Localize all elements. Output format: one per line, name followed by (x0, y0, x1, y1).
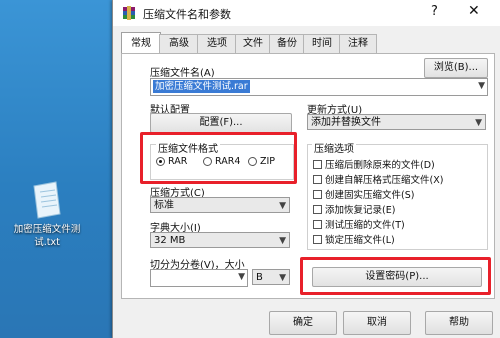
tab-comment[interactable]: 注释 (339, 34, 377, 53)
option-lock[interactable]: 锁定压缩文件(L) (313, 232, 395, 246)
checkbox (313, 189, 322, 199)
dict-value: 32 MB (154, 235, 186, 246)
close-icon[interactable]: ✕ (468, 3, 480, 19)
chevron-down-icon[interactable]: ▼ (478, 81, 485, 91)
option-label: 压缩后删除原来的文件(D) (325, 160, 435, 171)
browse-button[interactable]: 浏览(B)... (424, 58, 488, 78)
format-highlight-box (140, 132, 297, 184)
split-unit-select[interactable]: B ▼ (252, 269, 290, 285)
option-sfx[interactable]: 创建自解压格式压缩文件(X) (313, 172, 443, 186)
method-select[interactable]: 标准 ▼ (150, 197, 290, 213)
update-mode-value: 添加并替换文件 (311, 117, 381, 128)
archive-name-label: 压缩文件名(A) (150, 68, 215, 79)
help-icon[interactable]: ? (431, 4, 438, 19)
tab-general[interactable]: 常规 (121, 32, 161, 53)
title-bar: 压缩文件名和参数 ? ✕ (113, 0, 500, 26)
checkbox (313, 174, 322, 184)
option-label: 创建固实压缩文件(S) (325, 190, 415, 201)
window-title: 压缩文件名和参数 (143, 8, 231, 21)
chevron-down-icon: ▼ (475, 118, 482, 128)
text-file-icon (30, 180, 64, 220)
help-button[interactable]: 帮助 (425, 311, 493, 335)
desktop-file-icon[interactable]: 加密压缩文件测试.txt (6, 180, 88, 249)
split-unit-value: B (256, 272, 263, 283)
option-delete-after[interactable]: 压缩后删除原来的文件(D) (313, 157, 435, 171)
tab-backup[interactable]: 备份 (269, 34, 305, 53)
general-panel: 压缩文件名(A) 浏览(B)... 加密压缩文件测试.rar ▼ 默认配置 配置… (121, 53, 495, 299)
option-test[interactable]: 测试压缩的文件(T) (313, 217, 405, 231)
checkbox (313, 204, 322, 214)
chevron-down-icon: ▼ (279, 201, 286, 211)
option-label: 锁定压缩文件(L) (325, 235, 395, 246)
chevron-down-icon: ▼ (279, 273, 286, 283)
option-label: 添加恢复记录(E) (325, 205, 396, 216)
option-recovery[interactable]: 添加恢复记录(E) (313, 202, 395, 216)
option-label: 测试压缩的文件(T) (325, 220, 405, 231)
dict-select[interactable]: 32 MB ▼ (150, 232, 290, 248)
archive-dialog: 压缩文件名和参数 ? ✕ 常规 高级 选项 文件 备份 时间 注释 压缩文件名(… (112, 0, 500, 338)
archive-name-value: 加密压缩文件测试.rar (153, 80, 250, 93)
chevron-down-icon: ▼ (279, 236, 286, 246)
option-label: 创建自解压格式压缩文件(X) (325, 175, 444, 186)
tab-options[interactable]: 选项 (197, 34, 237, 53)
profiles-button[interactable]: 配置(F)... (150, 113, 292, 133)
split-size-input[interactable]: ▼ (150, 269, 248, 287)
tab-time[interactable]: 时间 (303, 34, 341, 53)
tab-files[interactable]: 文件 (235, 34, 271, 53)
winrar-icon (122, 6, 136, 20)
desktop-file-label: 加密压缩文件测试.txt (13, 224, 81, 248)
password-highlight-box (300, 257, 491, 295)
checkbox (313, 159, 322, 169)
options-group-label: 压缩选项 (312, 140, 356, 155)
checkbox (313, 234, 322, 244)
cancel-button[interactable]: 取消 (343, 311, 411, 335)
ok-button[interactable]: 确定 (269, 311, 337, 335)
archive-name-input[interactable]: 加密压缩文件测试.rar ▼ (150, 78, 488, 96)
method-value: 标准 (154, 200, 174, 211)
update-mode-select[interactable]: 添加并替换文件 ▼ (307, 114, 486, 130)
checkbox (313, 219, 322, 229)
option-solid[interactable]: 创建固实压缩文件(S) (313, 187, 414, 201)
tab-advanced[interactable]: 高级 (159, 34, 199, 53)
chevron-down-icon[interactable]: ▼ (238, 272, 245, 282)
